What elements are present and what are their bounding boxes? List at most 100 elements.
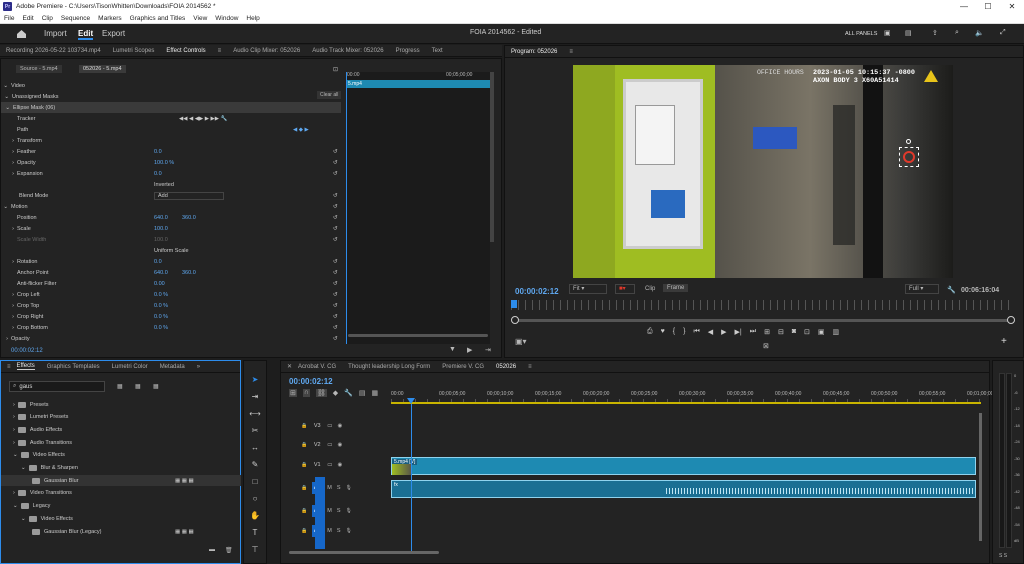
solo-button[interactable]: S bbox=[337, 508, 341, 514]
effects-tree-item[interactable]: › Audio Transitions bbox=[1, 437, 241, 448]
ec-mini-timeline[interactable]: 00:00 00;05;00;00 5.mp4 bbox=[346, 72, 490, 344]
zoom-fit-select[interactable]: Fit ▾ bbox=[569, 284, 607, 294]
program-playhead[interactable] bbox=[511, 300, 517, 308]
ec-property-value[interactable]: 640.0 bbox=[154, 270, 182, 276]
guides-select[interactable]: ■▾ bbox=[615, 284, 635, 294]
tab-export[interactable]: Export bbox=[102, 29, 125, 38]
reset-parameter-icon[interactable]: ↺ bbox=[333, 259, 338, 265]
overflow-icon[interactable]: » bbox=[197, 364, 200, 370]
video-frame[interactable]: OFFICE HOURS 2023-01-05 10:15:37 -0800 A… bbox=[573, 65, 953, 278]
ec-property-value[interactable]: 0.0 bbox=[154, 259, 182, 265]
captions-icon[interactable]: ▤ bbox=[359, 389, 366, 397]
ec-row[interactable]: › Opacity 100.0 % ↺ bbox=[1, 157, 341, 168]
ec-row[interactable]: ⌄ Video bbox=[1, 80, 341, 91]
effects-tree-item[interactable]: › Video Transitions bbox=[1, 488, 241, 499]
tree-chevron-icon[interactable]: ⌄ bbox=[13, 503, 18, 509]
ellipse-tool-icon[interactable]: ○ bbox=[249, 492, 261, 504]
insert-icon[interactable]: ⊞ bbox=[764, 328, 770, 336]
expand-chevron-icon[interactable]: › bbox=[1, 303, 17, 309]
add-button-icon[interactable]: + bbox=[1001, 336, 1007, 347]
trash-icon[interactable]: 🗑 bbox=[225, 547, 233, 554]
effects-tree-item[interactable]: ⌄ Blur & Sharpen bbox=[1, 463, 241, 474]
add-marker-icon[interactable]: ◆ bbox=[333, 389, 338, 397]
ec-property-value[interactable]: 100.0 % bbox=[154, 160, 182, 166]
mark-out-icon[interactable]: } bbox=[683, 328, 685, 336]
safe-margins-icon[interactable]: ⊠ bbox=[763, 342, 769, 350]
caption-tool-icon[interactable]: ⊤ bbox=[249, 543, 261, 555]
effects-tree-item[interactable]: › Lumetri Presets bbox=[1, 412, 241, 423]
menu-markers[interactable]: Markers bbox=[98, 15, 121, 22]
export-frame-icon[interactable]: ⇥ bbox=[485, 346, 491, 354]
menu-help[interactable]: Help bbox=[246, 15, 259, 22]
ec-row[interactable]: ⌄ Motion ↺ bbox=[1, 201, 341, 212]
close-tab-icon[interactable]: ✕ bbox=[287, 363, 292, 370]
timeline-settings-icon[interactable]: 🔧 bbox=[344, 389, 353, 397]
expand-chevron-icon[interactable]: › bbox=[1, 226, 17, 232]
minimize-button[interactable]: — bbox=[952, 0, 976, 13]
maximize-button[interactable]: ☐ bbox=[976, 0, 1000, 13]
reset-parameter-icon[interactable]: ↺ bbox=[333, 325, 338, 331]
ec-property-value-2[interactable]: 360.0 bbox=[182, 270, 196, 276]
keyframe-nav-icon[interactable]: ◀ ◆ ▶ bbox=[293, 127, 309, 133]
expand-chevron-icon[interactable]: ⌄ bbox=[1, 83, 11, 89]
hand-tool-icon[interactable]: ✋ bbox=[249, 509, 261, 521]
timeline-zoom-scrollbar[interactable] bbox=[289, 551, 439, 554]
mute-button[interactable]: M bbox=[327, 485, 332, 491]
frame-toggle[interactable]: Frame bbox=[663, 284, 689, 292]
reset-parameter-icon[interactable]: ↺ bbox=[333, 193, 338, 199]
selection-tool-icon[interactable]: ➤ bbox=[249, 373, 261, 385]
yuv-icon[interactable]: ▦ bbox=[153, 383, 159, 390]
effects-tree-item[interactable]: ⌄ Video Effects bbox=[1, 450, 241, 461]
sync-lock-icon[interactable]: ▭ bbox=[327, 423, 332, 429]
program-title[interactable]: Program: 052026 bbox=[511, 49, 557, 55]
track-select-tool-icon[interactable]: ⇥ bbox=[249, 390, 261, 402]
ec-row[interactable]: › Crop Left 0.0 % ↺ bbox=[1, 289, 341, 300]
ec-property-value[interactable]: 100.0 bbox=[154, 237, 182, 243]
reset-parameter-icon[interactable]: ↺ bbox=[333, 237, 338, 243]
ec-property-value[interactable]: 100.0 bbox=[154, 226, 182, 232]
reset-parameter-icon[interactable]: ↺ bbox=[333, 204, 338, 210]
snap-icon[interactable]: ∩ bbox=[302, 389, 310, 397]
settings-wrench-icon[interactable]: 🔧 bbox=[947, 286, 956, 294]
effects-tree-item[interactable]: Gaussian Blur (Legacy) ▦ ▦ ▦ bbox=[1, 526, 241, 537]
ec-row[interactable]: › Opacity ↺ bbox=[1, 333, 341, 344]
ec-property-value[interactable]: Inverted bbox=[154, 182, 224, 188]
eye-icon[interactable]: ◉ bbox=[337, 462, 342, 468]
tree-chevron-icon[interactable]: › bbox=[13, 427, 15, 433]
expand-chevron-icon[interactable]: › bbox=[1, 314, 17, 320]
menu-file[interactable]: File bbox=[4, 15, 14, 22]
rectangle-tool-icon[interactable]: □ bbox=[249, 475, 261, 487]
solo-button[interactable]: S bbox=[337, 528, 341, 534]
sync-lock-icon[interactable]: ▭ bbox=[327, 462, 332, 468]
expand-chevron-icon[interactable]: › bbox=[1, 336, 11, 342]
play-only-icon[interactable]: ▶ bbox=[467, 346, 472, 354]
menu-graphics[interactable]: Graphics and Titles bbox=[130, 15, 186, 22]
audio-clip[interactable]: fx bbox=[391, 480, 976, 498]
tab-lumetri-scopes[interactable]: Lumetri Scopes bbox=[113, 48, 155, 54]
expand-chevron-icon[interactable]: ⌄ bbox=[1, 105, 13, 111]
tab-seq-premiere[interactable]: Premiere V. CG bbox=[442, 364, 484, 370]
track-lock-icon[interactable]: 🔒 bbox=[301, 423, 307, 429]
ec-row[interactable]: Path ◀ ◆ ▶ bbox=[1, 124, 341, 135]
ec-row[interactable]: › Feather 0.0 ↺ bbox=[1, 146, 341, 157]
linked-selection-icon[interactable]: ⛓ bbox=[315, 389, 327, 397]
tab-effects[interactable]: Effects bbox=[16, 363, 35, 370]
tab-seq-052026[interactable]: 052026 bbox=[496, 364, 516, 370]
timeline-ruler[interactable]: 00:00 00;00;05;00 00;00;10;00 00;00;15;00 00… bbox=[391, 390, 993, 402]
panel-layout-icon[interactable]: ▣ bbox=[884, 29, 891, 37]
tab-metadata[interactable]: Metadata bbox=[160, 364, 185, 370]
track-header[interactable]: 🔒 V1 ▭ ◉ bbox=[301, 457, 387, 473]
scroll-handle-right[interactable] bbox=[1007, 316, 1015, 324]
sequence-clip-tab[interactable]: 052026 - 5.mp4 bbox=[79, 65, 126, 73]
sync-lock-icon[interactable]: ▭ bbox=[327, 442, 332, 448]
help-search-icon[interactable]: ⌕ bbox=[955, 29, 959, 37]
all-panels-label[interactable]: ALL PANELS bbox=[845, 31, 877, 37]
ec-scrollbar[interactable] bbox=[490, 72, 494, 242]
timeline-display-icon[interactable]: ▦ bbox=[372, 389, 379, 397]
ec-row[interactable]: ⌄ Unassigned Masks bbox=[1, 91, 341, 102]
effects-tree-item[interactable]: › Audio Effects bbox=[1, 424, 241, 435]
solo-buttons[interactable]: S S bbox=[999, 553, 1007, 559]
reset-parameter-icon[interactable]: ↺ bbox=[333, 281, 338, 287]
menu-edit[interactable]: Edit bbox=[22, 15, 33, 22]
nest-icon[interactable]: ⊞ bbox=[289, 389, 297, 397]
